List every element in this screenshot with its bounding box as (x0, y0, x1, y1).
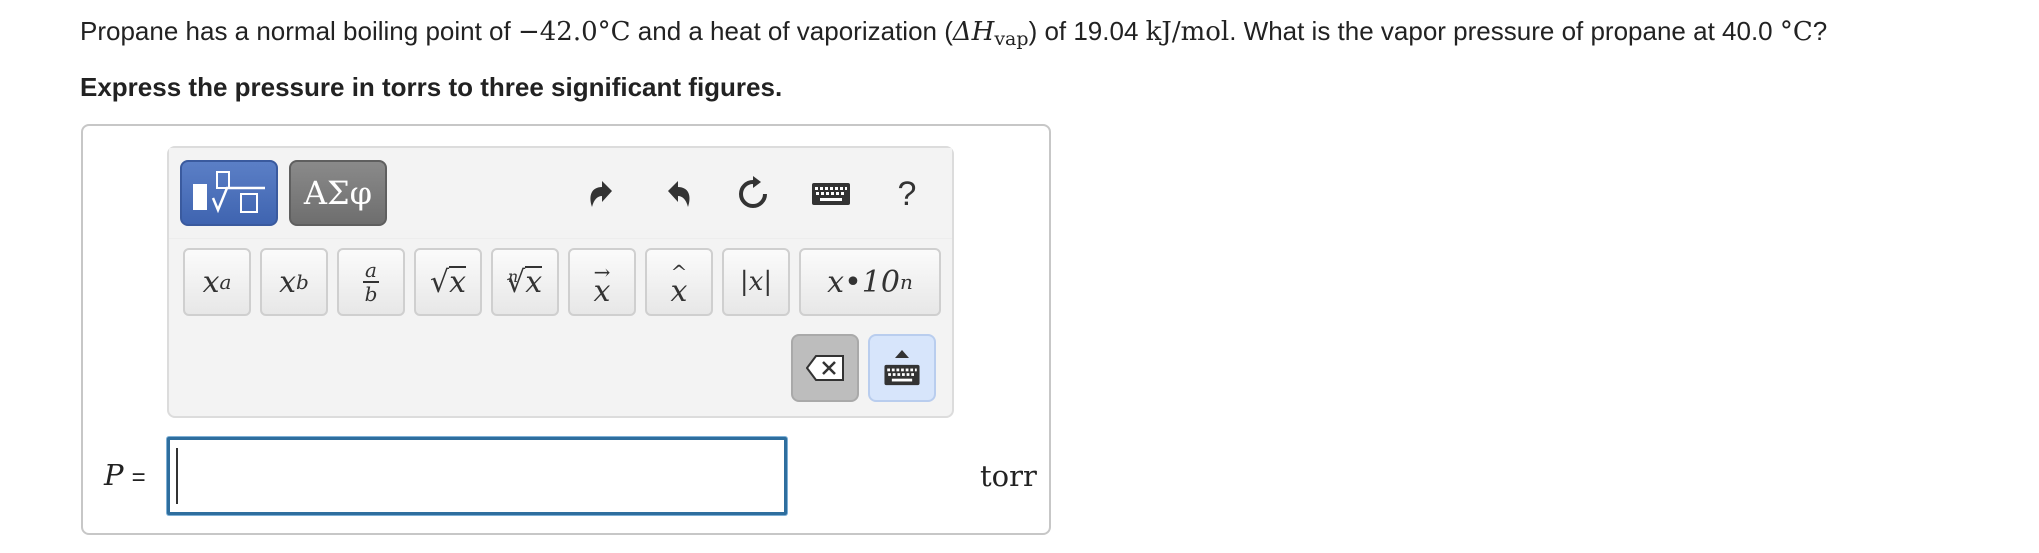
question-text: Propane has a normal boiling point of −4… (80, 14, 1827, 56)
delta-h-symbol: ΔH (952, 17, 995, 47)
nth-root-index: n (507, 266, 519, 286)
undo-button[interactable] (579, 172, 623, 216)
text-cursor (176, 448, 178, 504)
scientific-notation-button[interactable]: x•10 n (799, 248, 941, 316)
fraction-denominator: b (364, 281, 378, 306)
help-label: ? (897, 174, 917, 213)
question-part1: Propane has a normal boiling point of (80, 16, 518, 46)
unit-vector-variable: x (670, 274, 688, 309)
absolute-value-label: |x| (739, 267, 773, 297)
heat-vaporization-unit: kJ/mol (1145, 17, 1230, 47)
backspace-icon (806, 355, 844, 381)
scientific-notation-exponent: n (899, 270, 913, 294)
answer-input[interactable] (167, 437, 787, 515)
radical-icon: √ (429, 264, 450, 300)
nth-root-button[interactable]: n √ x (491, 248, 559, 316)
superscript-base: x (202, 264, 220, 300)
vector-button[interactable]: → x (568, 248, 636, 316)
boiling-point-value: −42.0° (517, 17, 611, 47)
question-part4: . What is the vapor pressure of propane … (1229, 16, 1780, 46)
redo-button[interactable] (655, 172, 699, 216)
square-root-argument: x (449, 265, 467, 300)
nth-root-argument: x (525, 265, 543, 300)
templates-icon (193, 171, 265, 214)
superscript-exponent: a (219, 270, 232, 294)
keyboard-icon (884, 364, 920, 386)
superscript-button[interactable]: xa (183, 248, 251, 316)
answer-variable-label: P = (104, 458, 146, 493)
subscript-base: x (279, 264, 297, 300)
help-button[interactable]: ? (885, 172, 929, 216)
question-part5: ? (1812, 16, 1828, 46)
temperature-unit: °C (1779, 17, 1813, 47)
delta-h-subscript: vap (994, 28, 1029, 50)
boiling-point-unit: C (610, 17, 631, 47)
virtual-keyboard-button[interactable] (868, 334, 936, 402)
answer-variable: P (104, 458, 124, 492)
undo-icon (590, 181, 612, 207)
square-root-button[interactable]: √ x (414, 248, 482, 316)
greek-symbols-button[interactable]: ΑΣφ (289, 160, 387, 226)
reset-icon (739, 176, 767, 208)
keyboard-shortcuts-button[interactable] (809, 172, 853, 216)
fraction-button[interactable]: a b (337, 248, 405, 316)
redo-icon (668, 181, 690, 207)
subscript-index: b (296, 270, 309, 294)
subscript-button[interactable]: xb (260, 248, 328, 316)
keyboard-icon (812, 183, 850, 205)
equals-sign: = (131, 464, 146, 491)
scientific-notation-base: x•10 (827, 264, 900, 300)
fraction-numerator: a (365, 258, 377, 283)
question-part3: ) of 19.04 (1028, 16, 1146, 46)
absolute-value-button[interactable]: |x| (722, 248, 790, 316)
greek-symbols-label: ΑΣφ (303, 174, 373, 212)
question-part2: and a heat of vaporization ( (630, 16, 953, 46)
instruction-text: Express the pressure in torrs to three s… (80, 72, 783, 102)
unit-vector-button[interactable]: ^ x (645, 248, 713, 316)
reset-button[interactable] (731, 172, 775, 216)
vector-variable: x (593, 274, 611, 309)
delete-button[interactable] (791, 334, 859, 402)
math-templates-button[interactable] (180, 160, 278, 226)
answer-unit: torr (980, 459, 1037, 493)
chevron-up-icon (895, 350, 909, 358)
